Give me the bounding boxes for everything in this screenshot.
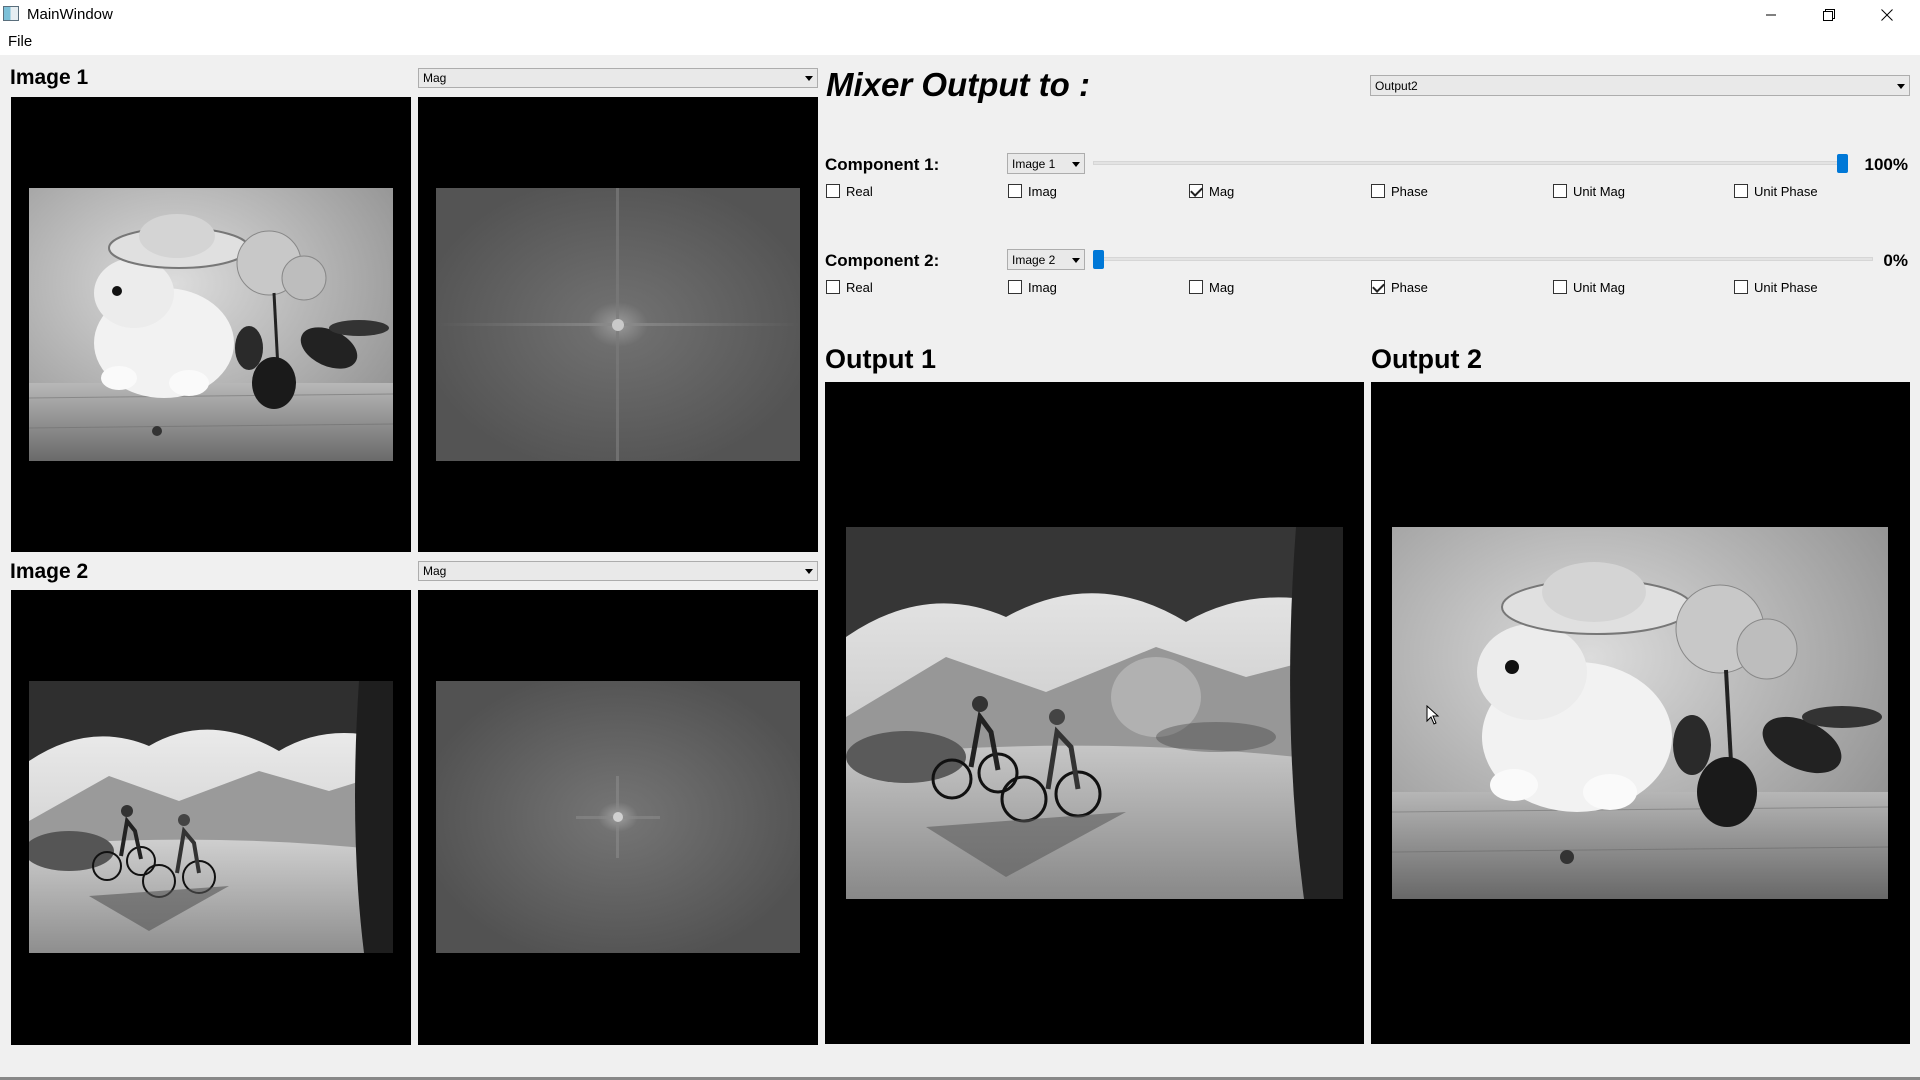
output-2-picture <box>1392 527 1888 899</box>
restore-button[interactable] <box>1800 0 1858 29</box>
component-1-phase-checkbox[interactable] <box>1371 184 1385 198</box>
image-1-fft-magnitude <box>436 188 800 461</box>
component-2-phase-checkbox[interactable] <box>1371 280 1385 294</box>
component-1-real-label: Real <box>846 184 873 199</box>
component-1-imag-label: Imag <box>1028 184 1057 199</box>
mixer-output-select[interactable]: Output2 <box>1370 75 1910 96</box>
output-2-view[interactable] <box>1371 382 1910 1044</box>
minimize-button[interactable] <box>1742 0 1800 29</box>
component-2-unit-mag-checkbox[interactable] <box>1553 280 1567 294</box>
component-1-slider-track[interactable] <box>1093 161 1845 165</box>
component-2-real-checkbox[interactable] <box>826 280 840 294</box>
image-1-original-view[interactable] <box>11 97 411 552</box>
component-2-label: Component 2: <box>825 251 940 270</box>
component-2-weight-label: 0% <box>1883 251 1908 270</box>
image-2-fft-magnitude <box>436 681 800 953</box>
title-bar[interactable] <box>0 0 1920 29</box>
component-1-unit-phase-label: Unit Phase <box>1754 184 1818 199</box>
image-1-heading: Image 1 <box>10 66 89 89</box>
image-2-component-value: Mag <box>423 564 447 578</box>
component-1-label: Component 1: <box>825 155 940 174</box>
image-2-component-select[interactable]: Mag <box>418 561 818 581</box>
component-1-image-value: Image 1 <box>1012 156 1056 171</box>
image-2-picture <box>29 681 393 953</box>
close-icon <box>1881 8 1893 21</box>
image-1-component-select[interactable]: Mag <box>418 68 818 88</box>
image-1-component-value: Mag <box>423 71 447 85</box>
component-1-imag-checkbox[interactable] <box>1008 184 1022 198</box>
output-1-heading: Output 1 <box>825 344 936 374</box>
component-1-real-checkbox[interactable] <box>826 184 840 198</box>
output-1-view[interactable] <box>825 382 1364 1044</box>
component-2-unit-mag-label: Unit Mag <box>1573 280 1626 295</box>
image-1-picture <box>29 188 393 461</box>
component-2-options: Real Imag Mag Phase Unit Mag Unit Phase <box>826 280 1916 300</box>
mixer-output-value: Output2 <box>1375 78 1418 93</box>
component-1-mag-checkbox[interactable] <box>1189 184 1203 198</box>
component-2-mag-label: Mag <box>1209 280 1235 295</box>
chevron-down-icon <box>805 76 813 81</box>
component-2-mag-checkbox[interactable] <box>1189 280 1203 294</box>
component-2-slider-handle[interactable] <box>1093 250 1104 269</box>
chevron-down-icon <box>1072 161 1080 167</box>
app-window-icon <box>3 6 19 21</box>
chevron-down-icon <box>1897 83 1905 89</box>
component-1-unit-mag-checkbox[interactable] <box>1553 184 1567 198</box>
component-2-unit-phase-checkbox[interactable] <box>1734 280 1748 294</box>
component-2-real-label: Real <box>846 280 873 295</box>
mixer-heading: Mixer Output to : <box>826 66 1090 103</box>
component-2-imag-label: Imag <box>1028 280 1057 295</box>
restore-icon <box>1823 8 1835 21</box>
component-2-imag-checkbox[interactable] <box>1008 280 1022 294</box>
component-1-slider-handle[interactable] <box>1837 154 1848 173</box>
output-2-heading: Output 2 <box>1371 344 1482 374</box>
component-2-image-value: Image 2 <box>1012 252 1056 267</box>
window-title: MainWindow <box>27 6 113 23</box>
image-2-original-view[interactable] <box>11 590 411 1045</box>
close-button[interactable] <box>1858 0 1916 29</box>
chevron-down-icon <box>1072 257 1080 263</box>
output-1-picture <box>846 527 1343 899</box>
image-1-component-view[interactable] <box>418 97 818 552</box>
menu-file[interactable]: File <box>8 33 32 50</box>
menu-bar <box>0 29 1920 55</box>
component-1-phase-label: Phase <box>1391 184 1428 199</box>
component-1-image-select[interactable]: Image 1 <box>1007 153 1085 174</box>
component-2-unit-phase-label: Unit Phase <box>1754 280 1818 295</box>
chevron-down-icon <box>805 569 813 574</box>
component-2-phase-label: Phase <box>1391 280 1428 295</box>
component-1-unit-mag-label: Unit Mag <box>1573 184 1626 199</box>
component-2-image-select[interactable]: Image 2 <box>1007 249 1085 270</box>
component-1-unit-phase-checkbox[interactable] <box>1734 184 1748 198</box>
component-1-options: Real Imag Mag Phase Unit Mag Unit Phase <box>826 184 1916 204</box>
mouse-cursor-icon <box>1426 705 1440 725</box>
image-2-component-view[interactable] <box>418 590 818 1045</box>
component-1-weight-label: 100% <box>1864 155 1908 174</box>
minimize-icon <box>1766 14 1776 15</box>
image-2-heading: Image 2 <box>10 560 89 583</box>
component-1-mag-label: Mag <box>1209 184 1235 199</box>
component-2-slider-track[interactable] <box>1093 257 1873 261</box>
